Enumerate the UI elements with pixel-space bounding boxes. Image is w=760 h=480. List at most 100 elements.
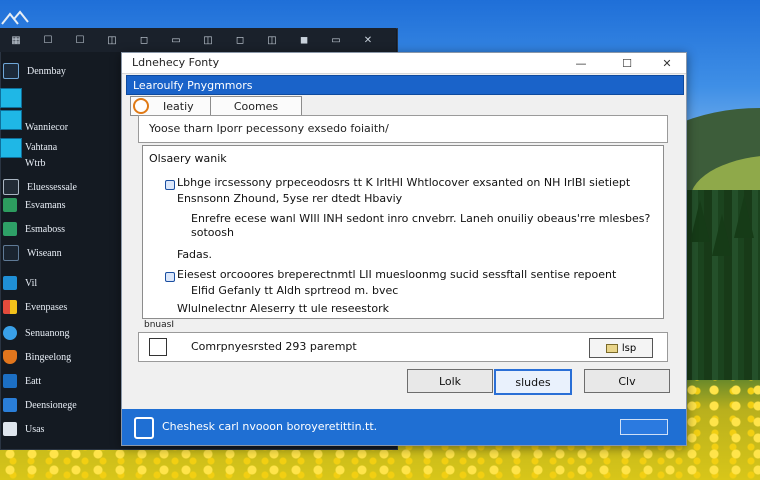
ok-button[interactable]: Lolk xyxy=(407,369,493,393)
sidebar-item[interactable]: Wiseann xyxy=(0,242,121,264)
toolbar-icon[interactable]: ▦ xyxy=(0,28,32,52)
dialog-titlebar[interactable]: Ldnehecy Fonty — ☐ ✕ xyxy=(122,53,686,74)
tree-shape xyxy=(734,196,754,238)
toolbar-icon[interactable]: ▭ xyxy=(160,28,192,52)
toolbar-icon[interactable]: ◻ xyxy=(128,28,160,52)
sidebar-item-label: Wanniecor xyxy=(25,121,69,133)
cyan-tile-icon[interactable] xyxy=(0,88,22,108)
sidebar-item-label: Senuanong xyxy=(25,327,70,339)
sidebar-item-label: Vil xyxy=(25,277,38,289)
folder-icon xyxy=(3,179,19,195)
sidebar-item[interactable]: Wanniecor xyxy=(0,116,121,138)
toolbar-icon[interactable]: ☐ xyxy=(64,28,96,52)
option-row: Comrpnyesrsted 293 parempt lsp xyxy=(138,332,668,362)
drive-icon xyxy=(3,245,19,261)
sidebar-item[interactable]: Usas xyxy=(0,418,121,440)
tab-details[interactable]: Coomes xyxy=(210,96,302,116)
overview-line: Enrefre ecese wanl WIIl INH sedont inro … xyxy=(191,212,651,225)
info-bullet-icon xyxy=(165,272,175,282)
monitor-icon xyxy=(3,374,17,388)
sidebar-item-label: Usas xyxy=(25,423,45,435)
toolbar-icon[interactable]: ◻ xyxy=(224,28,256,52)
sidebar-item[interactable]: Vil xyxy=(0,272,121,294)
sidebar: Denmbay Wanniecor Vahtana Wtrb Eluessess… xyxy=(0,58,121,448)
sidebar-item-label: Vahtana xyxy=(25,141,58,153)
info-bullet-icon xyxy=(165,180,175,190)
overview-line: sotoosh xyxy=(191,226,234,239)
sidebar-item[interactable]: Esmaboss xyxy=(0,218,121,240)
toolbar-icon[interactable]: ▭ xyxy=(320,28,352,52)
network-icon xyxy=(3,276,17,290)
overview-line: Elfid Gefanly tt Aldh sprtreod m. bvec xyxy=(191,284,399,297)
shield-icon xyxy=(3,350,17,364)
primary-button[interactable]: sludes xyxy=(494,369,572,395)
dialog-header-band: Learoulfy Pnygmmors xyxy=(126,75,684,95)
minimize-button[interactable]: — xyxy=(566,53,596,73)
sidebar-item-label: Eluessessale xyxy=(27,181,77,193)
sidebar-item-label: Wiseann xyxy=(27,247,62,259)
sidebar-item-label: Wtrb xyxy=(25,157,46,169)
sidebar-item[interactable]: Senuanong xyxy=(0,322,121,344)
dialog-title: Ldnehecy Fonty xyxy=(132,56,220,69)
footer-text: Cheshesk carl nvooon boroyeretittin.tt. xyxy=(162,420,378,433)
properties-dialog[interactable]: Ldnehecy Fonty — ☐ ✕ Learoulfy Pnygmmors… xyxy=(121,52,687,446)
sidebar-item[interactable]: Esvamans xyxy=(0,194,121,216)
tree-shape xyxy=(712,214,732,256)
toolbar-icon[interactable]: ✕ xyxy=(352,28,384,52)
toolbar-icon[interactable]: ☐ xyxy=(32,28,64,52)
sidebar-item-label: Deensionege xyxy=(25,399,77,411)
sidebar-item[interactable]: Denmbay xyxy=(0,60,121,82)
option-checkbox[interactable] xyxy=(149,338,167,356)
overview-line: Ensnsonn Zhound, 5yse rer dtedt Hbaviy xyxy=(177,192,403,205)
overview-line: Lbhge ircsessony prpeceodosrs tt K IrItH… xyxy=(177,176,631,189)
app-icon xyxy=(3,222,17,236)
sidebar-item[interactable]: Wtrb xyxy=(0,152,121,174)
toolbar-icon[interactable]: ◫ xyxy=(96,28,128,52)
overview-panel: Olsaery wanik Lbhge ircsessony prpeceodo… xyxy=(142,145,664,319)
sidebar-item-label: Bingeelong xyxy=(25,351,72,363)
tab-label: Coomes xyxy=(233,99,279,113)
background-window-toolbar: ▦ ☐ ☐ ◫ ◻ ▭ ◫ ◻ ◫ ◼ ▭ ✕ xyxy=(0,28,396,52)
dialog-footer: Cheshesk carl nvooon boroyeretittin.tt. xyxy=(122,409,686,445)
dialog-header-text: Learoulfy Pnygmmors xyxy=(133,79,253,92)
folder-icon xyxy=(3,398,17,412)
sidebar-item[interactable]: Deensionege xyxy=(0,394,121,416)
sidebar-item-label: Evenpases xyxy=(25,301,68,313)
tab-label: Ieatiy xyxy=(163,99,194,113)
option-button-label: lsp xyxy=(621,342,637,354)
overview-line: Eiesest orcooores breperectnmtl LII mues… xyxy=(177,268,617,281)
sidebar-item[interactable]: Bingeelong xyxy=(0,346,121,368)
tab-strip: Ieatiy Coomes xyxy=(130,96,302,116)
toolbar-icon[interactable]: ◼ xyxy=(288,28,320,52)
color-icon xyxy=(3,300,17,314)
sidebar-item[interactable]: Evenpases xyxy=(0,296,121,318)
tree-shape xyxy=(690,200,710,242)
footer-button[interactable] xyxy=(620,419,668,435)
overview-line: Fadas. xyxy=(177,248,213,261)
option-label: Comrpnyesrsted 293 parempt xyxy=(191,340,357,353)
sidebar-item-label: Esvamans xyxy=(25,199,66,211)
toolbar-icon[interactable]: ◫ xyxy=(192,28,224,52)
description-field: Yoose tharn Iporr pecessony exsedo foiai… xyxy=(138,115,668,143)
sidebar-item[interactable]: Eatt xyxy=(0,370,121,392)
list-icon xyxy=(3,422,17,436)
tab-general[interactable]: Ieatiy xyxy=(130,96,212,116)
app-icon xyxy=(3,63,19,79)
cancel-button[interactable]: Clv xyxy=(584,369,670,393)
lock-icon xyxy=(134,417,154,439)
description-text: Yoose tharn Iporr pecessony exsedo foiai… xyxy=(149,122,389,135)
app-icon xyxy=(133,98,149,114)
house-logo-icon xyxy=(1,10,29,25)
maximize-button[interactable]: ☐ xyxy=(612,53,642,73)
toolbar-icon[interactable]: ◫ xyxy=(256,28,288,52)
option-button[interactable]: lsp xyxy=(589,338,653,358)
overview-title: Olsaery wanik xyxy=(149,152,227,165)
cloud-icon xyxy=(3,326,17,340)
close-button[interactable]: ✕ xyxy=(652,53,682,73)
overview-line: Wlulnelectnr Aleserry tt ule reseestork xyxy=(177,302,389,315)
key-icon xyxy=(605,343,618,353)
section-label: bnuasI xyxy=(144,320,174,330)
sidebar-item-label: Eatt xyxy=(25,375,42,387)
folder-icon xyxy=(3,198,17,212)
sidebar-item-label: Denmbay xyxy=(27,65,66,77)
